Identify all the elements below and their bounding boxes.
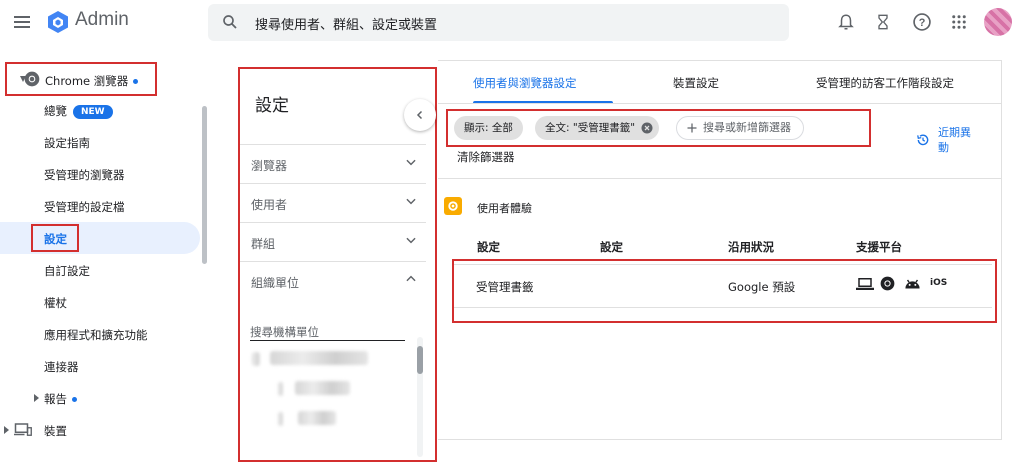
tree-bullet-redacted: [278, 412, 283, 426]
recent-changes-label: 近期異動: [938, 126, 971, 154]
section-label: 瀏覽器: [251, 159, 288, 173]
help-icon[interactable]: ?: [912, 12, 932, 32]
main-content: 使用者與瀏覽器設定 裝置設定 受管理的訪客工作階段設定 顯示: 全部 全文: "…: [438, 60, 1002, 440]
table-row-highlight-box: [452, 259, 997, 323]
nav-chrome-browser[interactable]: Chrome 瀏覽器: [5, 62, 157, 96]
nav-chrome-label: Chrome 瀏覽器: [45, 74, 129, 88]
filter-section-users[interactable]: 使用者: [240, 183, 426, 222]
filter-chip-show-all[interactable]: 顯示: 全部: [454, 116, 523, 140]
column-header-inheritance[interactable]: 沿用狀況: [728, 239, 774, 255]
tab-managed-guest-settings[interactable]: 受管理的訪客工作階段設定: [816, 75, 954, 91]
panel-title: 設定: [255, 96, 289, 116]
update-dot: [133, 79, 139, 84]
collapse-panel-button[interactable]: [404, 99, 436, 131]
sidebar-item-overview[interactable]: 總覽 NEW: [44, 103, 113, 119]
user-avatar[interactable]: [984, 8, 1012, 36]
chrome-icon: [880, 276, 895, 291]
chevron-down-icon: [406, 237, 416, 244]
section-title: 使用者體驗: [477, 202, 532, 215]
chevron-left-icon: [416, 110, 423, 120]
sidebar-item-label: 總覽: [44, 104, 67, 118]
section-label: 組織單位: [251, 276, 300, 290]
plus-icon: [687, 123, 697, 133]
settings-gear-icon: [444, 197, 462, 215]
filter-section-groups[interactable]: 群組: [240, 222, 426, 261]
android-icon: [905, 279, 920, 289]
top-bar: Admin 搜尋使用者、群組、設定或裝置 ?: [0, 0, 1024, 46]
column-header-value[interactable]: 設定: [600, 239, 623, 255]
active-item-highlight: [0, 222, 200, 254]
global-search[interactable]: 搜尋使用者、群組、設定或裝置: [208, 4, 789, 41]
settings-highlight-box: [31, 224, 79, 252]
sidebar-item-managed-profiles[interactable]: 受管理的設定檔: [44, 199, 125, 215]
new-badge: NEW: [73, 105, 113, 119]
chrome-icon: [24, 71, 40, 87]
sidebar-item-label: 裝置: [44, 424, 67, 438]
ios-icon: iOS: [930, 278, 948, 288]
sidebar-item-managed-browsers[interactable]: 受管理的瀏覽器: [44, 167, 125, 183]
add-filter-button[interactable]: 搜尋或新增篩選器: [676, 116, 804, 140]
remove-chip-icon[interactable]: [641, 122, 653, 134]
chevron-down-icon: [406, 198, 416, 205]
org-unit-child-redacted[interactable]: [298, 411, 336, 425]
expand-caret-icon[interactable]: [2, 425, 10, 435]
table-row-inheritance: Google 預設: [728, 280, 796, 294]
org-unit-search-placeholder: 搜尋機構單位: [250, 325, 319, 339]
column-header-setting[interactable]: 設定: [477, 239, 500, 255]
tree-toggle-redacted[interactable]: [252, 352, 260, 366]
sidebar-item-apps-extensions[interactable]: 應用程式和擴充功能: [44, 327, 148, 343]
laptop-icon: [856, 278, 874, 290]
svg-text:?: ?: [919, 17, 926, 29]
add-filter-label: 搜尋或新增篩選器: [703, 121, 791, 134]
sidebar-item-custom-settings[interactable]: 自訂設定: [44, 263, 90, 279]
table-row-setting-name[interactable]: 受管理書籤: [476, 279, 534, 295]
clear-filters-link[interactable]: 清除篩選器: [457, 149, 515, 165]
sidebar-item-tokens[interactable]: 權杖: [44, 295, 67, 311]
org-unit-child-redacted[interactable]: [295, 381, 350, 395]
apps-grid-icon[interactable]: [950, 12, 968, 32]
tree-bullet-redacted: [278, 382, 283, 396]
sidebar-item-devices[interactable]: 裝置: [4, 423, 67, 439]
sidebar-item-connectors[interactable]: 連接器: [44, 359, 79, 375]
section-label: 使用者: [251, 198, 288, 212]
chevron-up-icon: [406, 275, 416, 282]
expand-caret-icon[interactable]: [32, 393, 40, 403]
tabs-divider: [438, 103, 1002, 104]
chevron-down-icon: [406, 159, 416, 166]
org-unit-root-redacted[interactable]: [270, 351, 368, 365]
admin-logo-icon: [48, 11, 68, 33]
left-nav: Chrome 瀏覽器 總覽 NEW 設定指南 受管理的瀏覽器 受管理的設定檔 設定…: [0, 46, 210, 463]
org-unit-search-input[interactable]: 搜尋機構單位: [250, 321, 405, 341]
tab-user-browser-settings[interactable]: 使用者與瀏覽器設定: [473, 75, 577, 91]
filter-chip-fulltext[interactable]: 全文: "受管理書籤": [535, 116, 660, 140]
update-dot: [72, 397, 77, 402]
hourglass-tasks-icon[interactable]: [875, 12, 891, 32]
filter-chip-label: 全文: "受管理書籤": [545, 122, 636, 134]
sidebar-item-setup-guide[interactable]: 設定指南: [44, 135, 90, 151]
devices-icon: [14, 423, 32, 436]
filter-section-browser[interactable]: 瀏覽器: [240, 144, 426, 183]
main-menu-icon[interactable]: [14, 13, 32, 31]
notifications-bell-icon[interactable]: [837, 12, 855, 32]
filter-bar: 顯示: 全部 全文: "受管理書籤" 搜尋或新增篩選器: [446, 109, 871, 147]
section-divider: [438, 178, 1002, 179]
tab-device-settings[interactable]: 裝置設定: [673, 75, 719, 91]
history-icon: [917, 134, 929, 146]
sidebar-item-reports[interactable]: 報告: [34, 391, 77, 407]
section-label: 群組: [251, 237, 276, 251]
search-icon: [223, 15, 237, 29]
search-input[interactable]: 搜尋使用者、群組、設定或裝置: [255, 14, 437, 33]
column-header-platforms[interactable]: 支援平台: [856, 239, 902, 255]
nav-scrollbar[interactable]: [202, 106, 207, 264]
settings-filter-panel: 設定 瀏覽器 使用者 群組 組織單位 搜尋機構單位: [238, 67, 437, 462]
app-title[interactable]: Admin: [75, 9, 129, 31]
org-tree-scrollbar[interactable]: [417, 346, 423, 374]
sidebar-item-label: 報告: [44, 392, 67, 406]
filter-section-org-units[interactable]: 組織單位: [240, 261, 426, 300]
